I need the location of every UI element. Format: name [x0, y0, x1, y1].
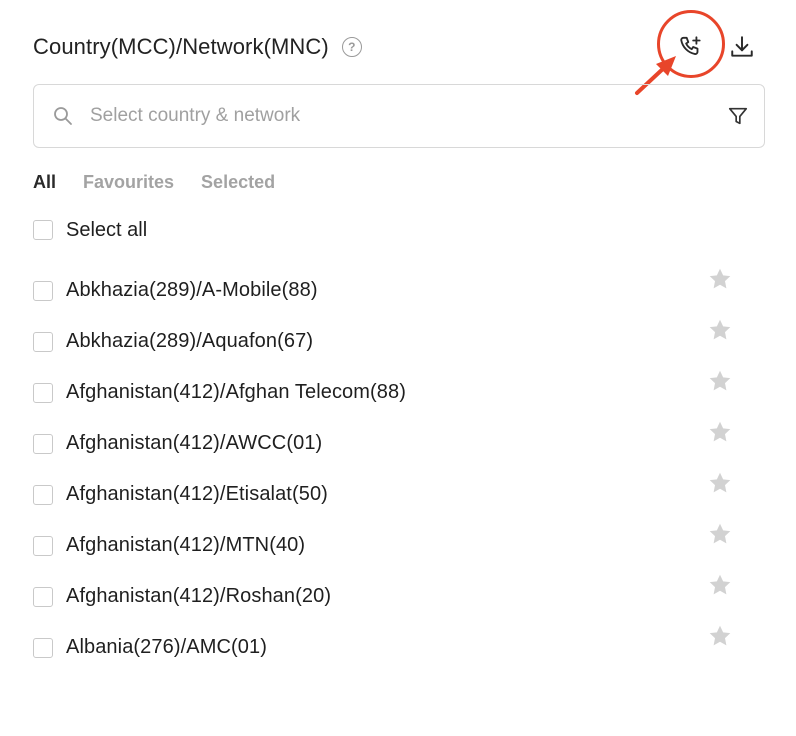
item-checkbox[interactable]	[33, 382, 53, 403]
phone-plus-icon	[680, 36, 701, 55]
item-checkbox[interactable]	[33, 535, 53, 556]
star-icon[interactable]	[707, 317, 733, 343]
item-checkbox[interactable]	[33, 637, 53, 658]
item-checkbox[interactable]	[33, 484, 53, 505]
add-call-button[interactable]	[676, 32, 706, 62]
item-label: Abkhazia(289)/Aquafon(67)	[66, 330, 314, 352]
star-icon[interactable]	[707, 521, 733, 547]
list-item[interactable]: Afghanistan(412)/Roshan(20)	[33, 571, 733, 622]
star-icon[interactable]	[707, 470, 733, 496]
star-icon[interactable]	[707, 368, 733, 394]
item-label: Afghanistan(412)/Etisalat(50)	[66, 483, 328, 505]
item-label: Afghanistan(412)/Roshan(20)	[66, 585, 332, 607]
tab-selected[interactable]: Selected	[201, 172, 275, 193]
search-box	[33, 84, 765, 148]
item-label: Afghanistan(412)/Afghan Telecom(88)	[66, 381, 407, 403]
list-item[interactable]: Abkhazia(289)/Aquafon(67)	[33, 316, 733, 367]
search-icon	[52, 105, 74, 127]
star-icon[interactable]	[707, 266, 733, 292]
star-icon[interactable]	[707, 572, 733, 598]
filter-icon[interactable]	[726, 104, 750, 128]
item-checkbox[interactable]	[33, 280, 53, 301]
select-all-checkbox[interactable]	[33, 220, 53, 240]
tab-favourites[interactable]: Favourites	[83, 172, 174, 193]
star-icon[interactable]	[707, 419, 733, 445]
list-item[interactable]: Afghanistan(412)/Afghan Telecom(88)	[33, 367, 733, 418]
search-input[interactable]	[90, 105, 726, 127]
item-checkbox[interactable]	[33, 433, 53, 454]
help-icon[interactable]: ?	[341, 37, 362, 57]
download-icon	[731, 36, 753, 57]
page-title: Country(MCC)/Network(MNC)	[33, 34, 329, 59]
list-item[interactable]: Afghanistan(412)/Etisalat(50)	[33, 469, 733, 520]
item-label: Afghanistan(412)/AWCC(01)	[66, 432, 323, 454]
panel-header: Country(MCC)/Network(MNC) ?	[33, 30, 362, 64]
network-list: Abkhazia(289)/A-Mobile(88) Abkhazia(289)…	[33, 265, 733, 673]
select-all-row[interactable]: Select all	[33, 217, 147, 243]
item-label: Abkhazia(289)/A-Mobile(88)	[66, 279, 318, 301]
list-item[interactable]: Albania(276)/AMC(01)	[33, 622, 733, 673]
list-item[interactable]: Afghanistan(412)/MTN(40)	[33, 520, 733, 571]
star-icon[interactable]	[707, 623, 733, 649]
item-checkbox[interactable]	[33, 586, 53, 607]
download-button[interactable]	[727, 32, 757, 62]
select-all-label: Select all	[66, 218, 148, 241]
list-item[interactable]: Abkhazia(289)/A-Mobile(88)	[33, 265, 733, 316]
item-checkbox[interactable]	[33, 331, 53, 352]
list-item[interactable]: Afghanistan(412)/AWCC(01)	[33, 418, 733, 469]
item-label: Afghanistan(412)/MTN(40)	[66, 534, 306, 556]
filter-tabs: All Favourites Selected	[33, 172, 275, 193]
item-label: Albania(276)/AMC(01)	[66, 636, 267, 658]
tab-all[interactable]: All	[33, 172, 56, 193]
